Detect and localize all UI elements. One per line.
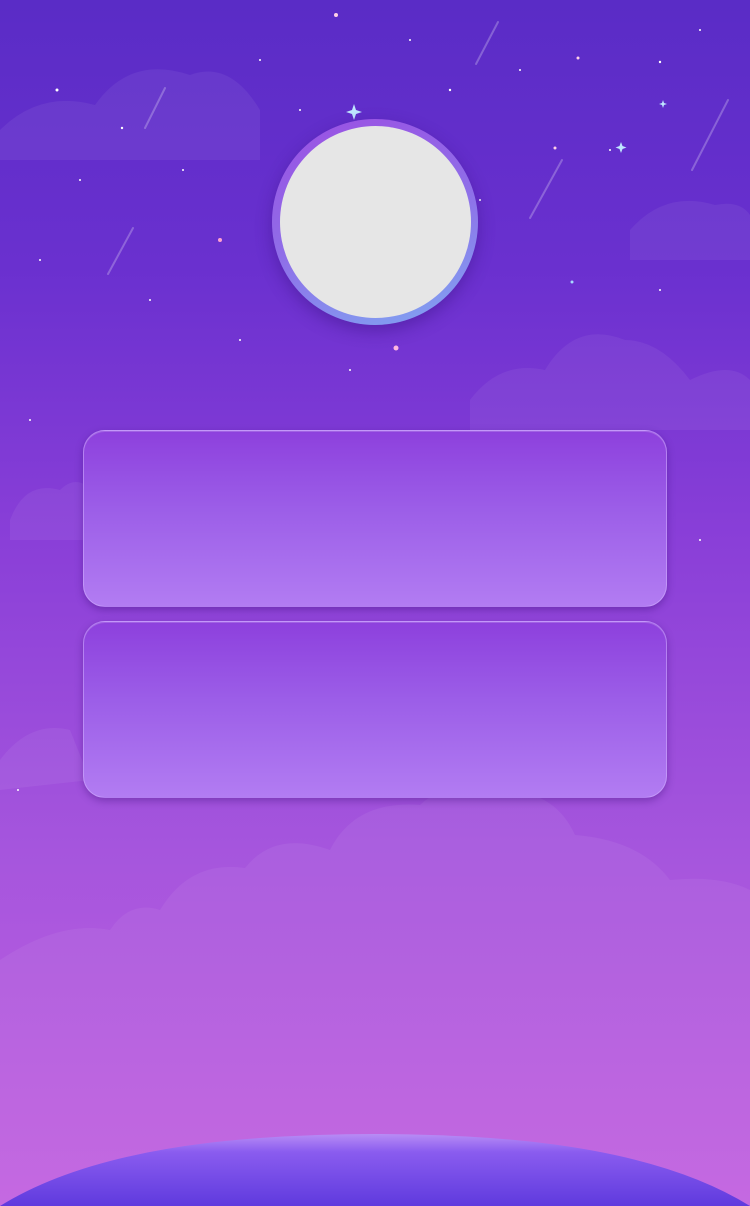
panel-1[interactable] xyxy=(83,430,667,607)
avatar-frame[interactable] xyxy=(272,119,478,325)
avatar-placeholder[interactable] xyxy=(280,126,471,318)
panel-2[interactable] xyxy=(83,621,667,798)
login-screen xyxy=(0,0,750,1206)
